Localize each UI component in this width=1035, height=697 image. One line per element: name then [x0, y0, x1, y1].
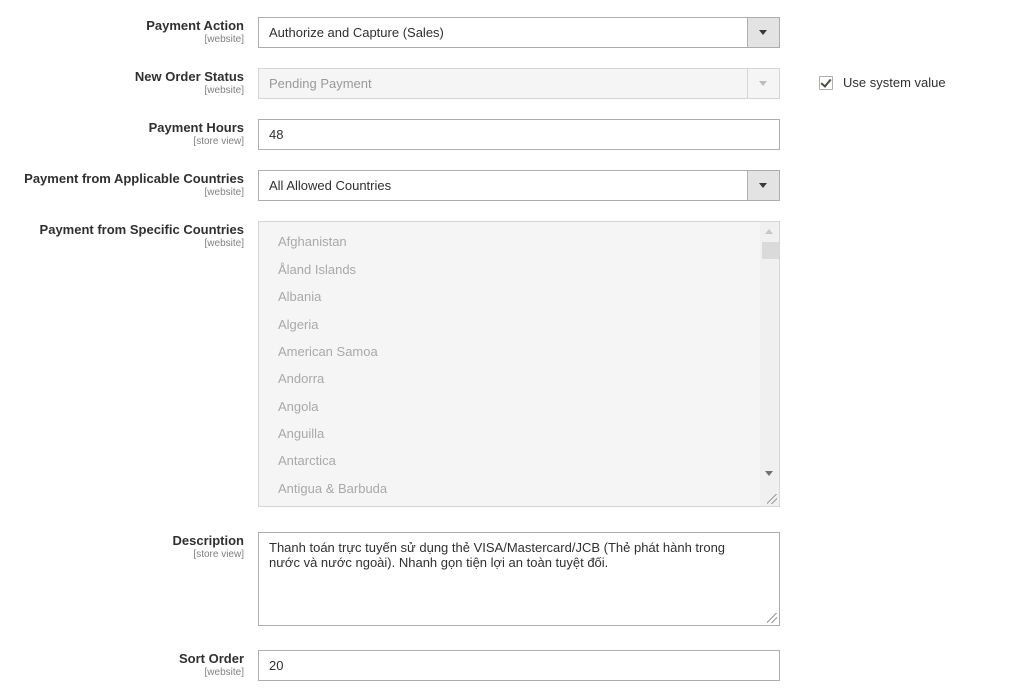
chevron-down-icon [759, 183, 767, 188]
payment-action-dropdown-button[interactable] [747, 18, 779, 47]
applicable-countries-scope: [website] [204, 187, 244, 198]
country-option[interactable]: Åland Islands [278, 262, 356, 278]
country-list-scrollbar[interactable] [760, 222, 779, 506]
use-system-value-checkbox[interactable] [819, 76, 833, 90]
new-order-status-value: Pending Payment [269, 76, 372, 91]
payment-action-scope: [website] [204, 34, 244, 45]
resize-handle-icon[interactable] [767, 613, 777, 623]
applicable-countries-value: All Allowed Countries [269, 178, 392, 193]
resize-handle-icon[interactable] [767, 494, 777, 504]
description-scope: [store view] [193, 549, 244, 560]
new-order-status-dropdown-button[interactable] [747, 69, 779, 98]
description-textarea[interactable]: Thanh toán trực tuyến sử dụng thẻ VISA/M… [258, 532, 780, 626]
new-order-status-label: New Order Status [134, 69, 244, 84]
payment-action-value: Authorize and Capture (Sales) [269, 25, 444, 40]
applicable-countries-select[interactable]: All Allowed Countries [258, 170, 780, 201]
country-option[interactable]: Anguilla [278, 426, 324, 442]
description-value: Thanh toán trực tuyến sử dụng thẻ VISA/M… [269, 540, 726, 570]
sort-order-value: 20 [269, 658, 284, 673]
country-option[interactable]: Andorra [278, 371, 324, 387]
payment-hours-value: 48 [269, 127, 284, 142]
scrollbar-thumb[interactable] [762, 242, 779, 259]
country-option[interactable]: Afghanistan [278, 234, 347, 250]
country-option[interactable]: American Samoa [278, 344, 378, 360]
payment-hours-label: Payment Hours [148, 120, 244, 135]
country-option[interactable]: Antarctica [278, 453, 336, 469]
sort-order-input[interactable]: 20 [258, 650, 780, 681]
country-option[interactable]: Albania [278, 289, 321, 305]
specific-countries-scope: [website] [204, 238, 244, 249]
specific-countries-multiselect[interactable]: Afghanistan Åland Islands Albania Algeri… [258, 221, 780, 507]
payment-action-label: Payment Action [146, 18, 244, 33]
description-label: Description [172, 533, 244, 548]
country-option[interactable]: Algeria [278, 317, 318, 333]
new-order-status-scope: [website] [204, 85, 244, 96]
applicable-countries-dropdown-button[interactable] [747, 171, 779, 200]
scroll-up-icon[interactable] [765, 229, 773, 234]
payment-hours-scope: [store view] [193, 136, 244, 147]
use-system-value-label[interactable]: Use system value [843, 75, 946, 91]
sort-order-label: Sort Order [178, 651, 244, 666]
country-option[interactable]: Angola [278, 399, 318, 415]
payment-action-select[interactable]: Authorize and Capture (Sales) [258, 17, 780, 48]
chevron-down-icon [759, 30, 767, 35]
country-option[interactable]: Antigua & Barbuda [278, 481, 387, 497]
new-order-status-select[interactable]: Pending Payment [258, 68, 780, 99]
scroll-down-icon[interactable] [765, 471, 773, 476]
checkmark-icon [820, 76, 832, 88]
specific-countries-label: Payment from Specific Countries [39, 222, 244, 237]
applicable-countries-label: Payment from Applicable Countries [24, 171, 244, 186]
payment-hours-input[interactable]: 48 [258, 119, 780, 150]
chevron-down-icon [759, 81, 767, 86]
sort-order-scope: [website] [204, 667, 244, 678]
